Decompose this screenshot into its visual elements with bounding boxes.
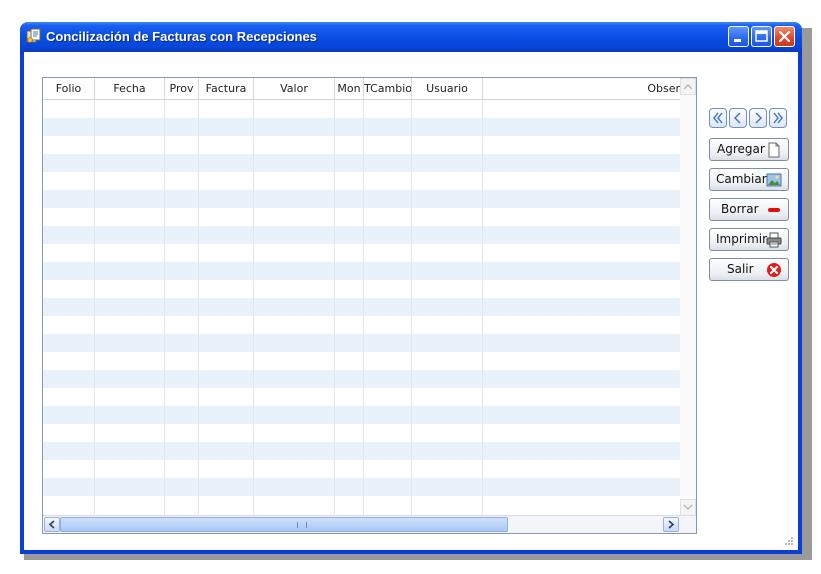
table-header: Folio Fecha Prov Factura Valor Mon TCamb… — [43, 78, 680, 100]
scroll-left-button[interactable] — [44, 517, 60, 532]
close-button[interactable] — [774, 26, 795, 47]
previous-record-button[interactable] — [729, 108, 747, 128]
new-document-icon — [768, 142, 780, 158]
edit-image-icon — [766, 173, 782, 187]
table-row[interactable] — [43, 496, 680, 514]
change-button-label: Cambiar — [716, 172, 767, 186]
column-header-usuario[interactable]: Usuario — [412, 78, 483, 99]
column-divider — [94, 100, 95, 516]
resize-grip-icon[interactable] — [784, 536, 794, 546]
table-row[interactable] — [43, 172, 680, 190]
column-divider — [334, 100, 335, 516]
table-row[interactable] — [43, 478, 680, 496]
print-button[interactable]: Imprimir — [709, 228, 789, 251]
table-row[interactable] — [43, 424, 680, 442]
table-body[interactable] — [43, 100, 680, 516]
table-row[interactable] — [43, 298, 680, 316]
vertical-scrollbar[interactable] — [680, 78, 696, 516]
table-row[interactable] — [43, 100, 680, 118]
column-header-factura[interactable]: Factura — [199, 78, 254, 99]
column-divider — [482, 100, 483, 516]
close-icon — [778, 30, 791, 43]
printer-icon — [766, 232, 782, 248]
horizontal-scrollbar[interactable] — [43, 515, 696, 533]
table-row[interactable] — [43, 136, 680, 154]
table-row[interactable] — [43, 316, 680, 334]
add-button-label: Agregar — [717, 142, 765, 156]
app-icon — [26, 28, 41, 43]
column-header-folio[interactable]: Folio — [43, 78, 95, 99]
exit-button-label: Salir — [727, 262, 754, 276]
chevron-left-icon — [48, 520, 55, 529]
table-row[interactable] — [43, 334, 680, 352]
column-divider — [164, 100, 165, 516]
table-row[interactable] — [43, 442, 680, 460]
chevron-up-icon — [683, 83, 693, 90]
chevron-right-icon — [668, 520, 675, 529]
column-divider — [253, 100, 254, 516]
table-row[interactable] — [43, 370, 680, 388]
table-row[interactable] — [43, 460, 680, 478]
table-row[interactable] — [43, 280, 680, 298]
column-divider — [363, 100, 364, 516]
main-window: Concilización de Facturas con Recepcione… — [20, 22, 802, 554]
table-row[interactable] — [43, 226, 680, 244]
scroll-up-button[interactable] — [680, 78, 696, 95]
table-row[interactable] — [43, 352, 680, 370]
double-chevron-right-icon — [773, 112, 783, 124]
column-header-prov[interactable]: Prov — [165, 78, 199, 99]
table-row[interactable] — [43, 118, 680, 136]
double-chevron-left-icon — [713, 112, 723, 124]
column-divider — [411, 100, 412, 516]
scroll-grip — [297, 522, 307, 528]
chevron-right-icon — [755, 112, 762, 124]
minimize-icon — [734, 39, 741, 42]
column-header-mon[interactable]: Mon — [335, 78, 364, 99]
minus-icon — [768, 208, 780, 212]
table-row[interactable] — [43, 388, 680, 406]
column-header-tcambio[interactable]: TCambio — [364, 78, 412, 99]
first-record-button[interactable] — [709, 108, 727, 128]
client-area: Folio Fecha Prov Factura Valor Mon TCamb… — [24, 52, 798, 550]
minimize-button[interactable] — [728, 26, 749, 47]
last-record-button[interactable] — [769, 108, 787, 128]
chevron-left-icon — [734, 112, 741, 124]
print-button-label: Imprimir — [716, 232, 768, 246]
invoices-table[interactable]: Folio Fecha Prov Factura Valor Mon TCamb… — [42, 77, 697, 534]
table-row[interactable] — [43, 262, 680, 280]
table-row[interactable] — [43, 208, 680, 226]
window-title: Concilización de Facturas con Recepcione… — [46, 29, 317, 44]
table-row[interactable] — [43, 154, 680, 172]
horizontal-scroll-thumb[interactable] — [60, 517, 508, 532]
column-divider — [198, 100, 199, 516]
delete-button[interactable]: Borrar — [709, 198, 789, 221]
scroll-right-button[interactable] — [663, 517, 679, 532]
chevron-down-icon — [683, 504, 693, 511]
maximize-button[interactable] — [751, 26, 772, 47]
add-button[interactable]: Agregar — [709, 138, 789, 161]
column-header-valor[interactable]: Valor — [254, 78, 335, 99]
close-circle-icon — [767, 263, 781, 277]
title-bar[interactable]: Concilización de Facturas con Recepcione… — [20, 22, 802, 52]
table-row[interactable] — [43, 406, 680, 424]
maximize-icon — [755, 30, 768, 42]
delete-button-label: Borrar — [721, 202, 759, 216]
table-row[interactable] — [43, 190, 680, 208]
scroll-down-button[interactable] — [680, 499, 696, 516]
table-row[interactable] — [43, 244, 680, 262]
change-button[interactable]: Cambiar — [709, 168, 789, 191]
next-record-button[interactable] — [749, 108, 767, 128]
column-header-obser[interactable]: Obser — [483, 78, 680, 99]
column-header-fecha[interactable]: Fecha — [95, 78, 165, 99]
exit-button[interactable]: Salir — [709, 258, 789, 281]
